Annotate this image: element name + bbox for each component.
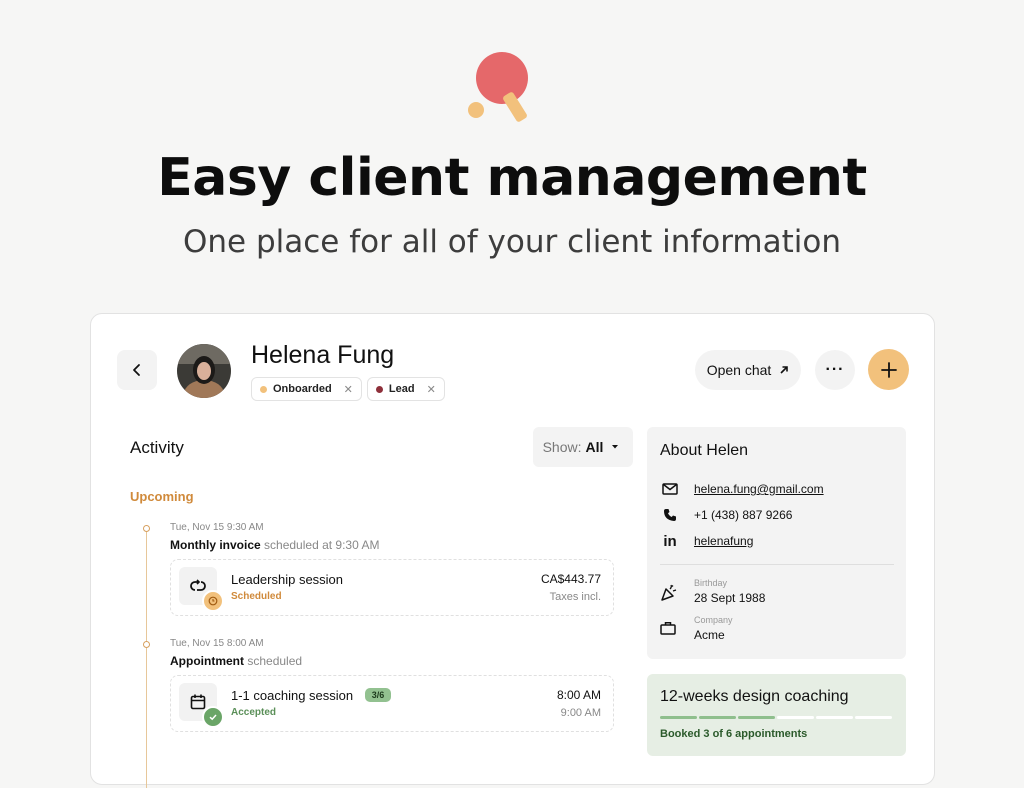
phone-row: +1 (438) 887 9266 xyxy=(660,505,792,525)
progress-segment xyxy=(660,716,697,719)
event-description-rest: scheduled at 9:30 AM xyxy=(264,538,380,552)
timeline-dot xyxy=(143,525,150,532)
program-title: 12-weeks design coaching xyxy=(660,688,849,705)
recurring-icon xyxy=(179,567,224,612)
show-filter-label: Show: xyxy=(542,439,582,455)
linkedin-link[interactable]: helenafung xyxy=(694,534,753,548)
email-row: helena.fung@gmail.com xyxy=(660,479,824,499)
email-link[interactable]: helena.fung@gmail.com xyxy=(694,482,824,496)
timeline-line xyxy=(146,528,147,788)
briefcase-icon xyxy=(660,621,680,641)
tag-lead[interactable]: Lead ✕ xyxy=(366,377,445,401)
program-booked-text: Booked 3 of 6 appointments xyxy=(660,728,808,740)
program-panel[interactable]: 12-weeks design coaching Booked 3 of 6 a… xyxy=(647,674,906,756)
event-start-time: 8:00 AM xyxy=(556,688,601,702)
event-description: Monthly invoice scheduled at 9:30 AM xyxy=(170,538,379,552)
progress-segment xyxy=(816,716,853,719)
more-options-button[interactable]: ··· xyxy=(815,350,855,390)
client-name: Helena Fung xyxy=(251,341,395,369)
client-card: Helena Fung Onboarded ✕ Lead ✕ Open chat… xyxy=(90,313,935,788)
hero-title: Easy client management xyxy=(157,148,867,208)
add-button[interactable] xyxy=(868,349,909,390)
linkedin-icon: in xyxy=(663,532,677,550)
event-title: 1-1 coaching session 3/6 xyxy=(231,688,392,703)
about-title: About Helen xyxy=(660,442,749,459)
birthday-value: 28 Sept 1988 xyxy=(694,591,766,605)
tag-label: Lead xyxy=(388,383,415,395)
phone-icon xyxy=(660,505,680,525)
clock-icon xyxy=(202,590,224,612)
event-description-strong: Appointment xyxy=(170,654,244,668)
ping-pong-paddle-icon xyxy=(468,52,528,122)
caret-down-icon xyxy=(612,445,619,449)
progress-segment xyxy=(738,716,775,719)
calendar-icon xyxy=(179,683,224,728)
arrow-up-right-icon xyxy=(780,366,789,374)
event-title-text: 1-1 coaching session xyxy=(231,688,354,703)
check-icon xyxy=(202,706,224,728)
avatar xyxy=(177,344,231,398)
chevron-left-icon xyxy=(133,364,140,376)
program-progress-bar xyxy=(660,716,892,719)
about-panel: About Helen helena.fung@gmail.com +1 (43… xyxy=(647,427,906,659)
company-value: Acme xyxy=(694,628,725,642)
show-filter-value: All xyxy=(585,439,604,455)
mail-icon xyxy=(660,479,680,499)
party-popper-icon xyxy=(660,584,680,604)
company-label: Company xyxy=(694,615,733,625)
open-chat-label: Open chat xyxy=(706,362,772,378)
event-time: Tue, Nov 15 8:00 AM xyxy=(170,638,264,649)
event-end-time: 9:00 AM xyxy=(560,707,601,719)
event-time: Tue, Nov 15 9:30 AM xyxy=(170,522,264,533)
event-description-rest: scheduled xyxy=(247,654,303,668)
tag-dot xyxy=(260,385,267,393)
tag-dot xyxy=(375,385,383,393)
company-row: Company Acme xyxy=(660,615,733,642)
progress-segment xyxy=(699,716,736,719)
birthday-label: Birthday xyxy=(694,578,728,588)
plus-icon xyxy=(880,361,897,378)
session-progress-badge: 3/6 xyxy=(364,688,392,702)
tag-label: Onboarded xyxy=(273,383,332,395)
more-icon: ··· xyxy=(825,361,845,378)
divider xyxy=(660,564,894,565)
phone-number: +1 (438) 887 9266 xyxy=(694,508,793,522)
back-button[interactable] xyxy=(117,350,157,390)
event-price: CA$443.77 xyxy=(540,572,601,586)
event-card-coaching-session[interactable]: 1-1 coaching session 3/6 Accepted 8:00 A… xyxy=(170,675,614,732)
event-title: Leadership session xyxy=(231,572,344,587)
progress-segment xyxy=(855,716,892,719)
upcoming-section-label: Upcoming xyxy=(130,489,194,504)
event-card-leadership-session[interactable]: Leadership session Scheduled CA$443.77 T… xyxy=(170,559,614,616)
event-description: Appointment scheduled xyxy=(170,654,302,668)
hero-subtitle: One place for all of your client informa… xyxy=(183,224,841,260)
event-description-strong: Monthly invoice xyxy=(170,538,261,552)
linkedin-row: in helenafung xyxy=(660,531,753,551)
activity-title: Activity xyxy=(130,438,184,457)
event-status: Accepted xyxy=(231,707,277,718)
progress-segment xyxy=(777,716,814,719)
show-filter-dropdown[interactable]: Show: All xyxy=(533,427,633,467)
timeline-dot xyxy=(143,641,150,648)
event-price-note: Taxes incl. xyxy=(549,591,601,603)
close-icon[interactable]: ✕ xyxy=(344,383,353,396)
tag-onboarded[interactable]: Onboarded ✕ xyxy=(251,377,362,401)
close-icon[interactable]: ✕ xyxy=(427,383,436,396)
client-tags: Onboarded ✕ Lead ✕ xyxy=(251,377,445,401)
birthday-row: Birthday 28 Sept 1988 xyxy=(660,578,765,605)
event-status: Scheduled xyxy=(231,591,282,602)
open-chat-button[interactable]: Open chat xyxy=(695,350,801,390)
